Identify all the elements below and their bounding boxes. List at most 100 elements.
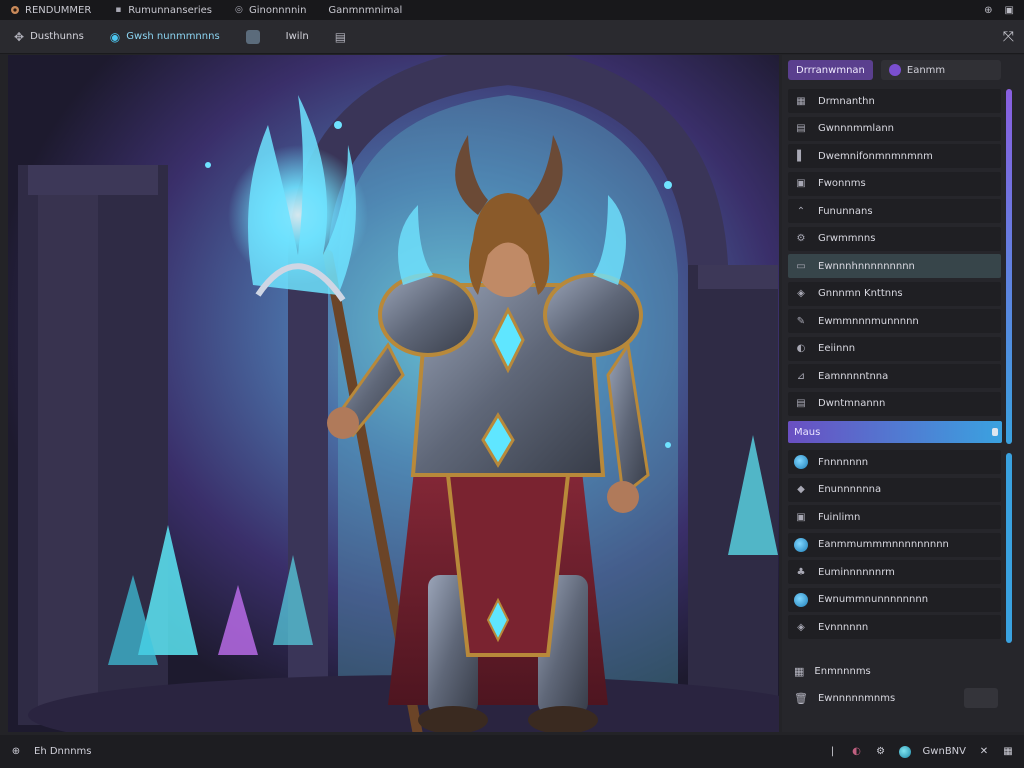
drop-icon: ◈: [797, 288, 805, 299]
list-item-label: Ewmmnnnmunnnnn: [818, 315, 919, 327]
menubar-right: ⊕ ▣: [984, 5, 1014, 16]
list-item[interactable]: ▣ Fwonnms: [788, 171, 1001, 196]
globe-icon[interactable]: [898, 745, 911, 758]
list-item-label: Eamnnnntnna: [818, 370, 889, 382]
footer-row[interactable]: 🗑 Ewnnnnnmnms: [788, 686, 1002, 710]
tab-secondary[interactable]: Eanmm: [880, 60, 1001, 80]
globe-icon: [794, 592, 808, 607]
grid-icon[interactable]: ▦: [1002, 746, 1014, 758]
list-item-label: Eanmmummmnnnnnnnnn: [818, 539, 949, 550]
window-icon[interactable]: ▣: [1005, 5, 1014, 16]
list-item[interactable]: Ewnummnunnnnnnnn: [788, 587, 1001, 612]
scrollbar-thumb-lower[interactable]: [1006, 453, 1012, 643]
list-item[interactable]: ◈ Evnnnnnn: [788, 615, 1001, 639]
status-right-label: GwnBNV: [922, 746, 966, 757]
scrollbar-thumb[interactable]: [1006, 89, 1012, 444]
image-canvas[interactable]: [8, 55, 779, 732]
toolbar-move[interactable]: ✥ Dusthunns: [10, 26, 88, 48]
footer-row[interactable]: ▦ Enmnnnms: [788, 659, 1002, 683]
slider-knob[interactable]: [992, 428, 998, 436]
settings-icon[interactable]: ⚙: [875, 746, 887, 758]
list-bottom: Fnnnnnnn ◆ Enunnnnnna ▣ Fuinlimn Eanmmummm…: [788, 450, 1001, 643]
list-item-label: Fnnnnnnn: [818, 456, 869, 468]
close-icon[interactable]: ✕: [978, 746, 990, 758]
list-item-label: Evnnnnnn: [818, 621, 869, 633]
minus-icon: ▭: [796, 260, 806, 272]
toolbar: ✥ Dusthunns ◉ Gwsh nunmmnnns Iwiln ▤ ⤧: [0, 20, 1024, 54]
menu-item-3[interactable]: ◎ Ginonnnnin: [234, 5, 306, 16]
list-item[interactable]: ◈ Gnnnmn Knttnns: [788, 281, 1001, 306]
list-item-label: Dwemnifonmnmnmnm: [818, 150, 933, 162]
list-item-label: Fuinlimn: [818, 511, 861, 523]
app-logo-icon: [10, 5, 20, 15]
menu-item-2[interactable]: ▪ Rumunnanseries: [113, 5, 212, 16]
tab-primary[interactable]: Drrranwmnan: [788, 60, 873, 80]
list-item-label: Gnnnmn Knttnns: [818, 288, 903, 299]
list-item-label: Dwntmnannn: [818, 398, 886, 409]
menu-item-label: RENDUMMER: [25, 4, 92, 16]
gear-icon: ⚙: [796, 233, 806, 244]
toolbar-label: Gwsh nunmmnnns: [126, 31, 220, 42]
crystal-icon: ◆: [797, 484, 805, 495]
list-item[interactable]: ✎ Ewmmnnnmunnnnn: [788, 309, 1001, 333]
grid-icon: ▦: [796, 95, 806, 107]
list-item[interactable]: ▌ Dwemnifonmnmnmnm: [788, 144, 1001, 168]
circle-icon: [888, 64, 901, 76]
list-item[interactable]: ▣ Fuinlimn: [788, 505, 1001, 529]
toolbar-item-4[interactable]: Iwiln: [282, 26, 313, 48]
list-item[interactable]: ▤ Dwntmnannn: [788, 391, 1001, 416]
properties-panel: Drrranwmnan Eanmm ▦ Drmnanthn ▤ Gwnnnmmlan…: [782, 55, 1024, 732]
toolbar-image[interactable]: ▤: [331, 26, 350, 48]
footer-row-label: Ewnnnnnmnms: [817, 692, 896, 704]
list-item[interactable]: ⚙ Grwmmnns: [788, 226, 1001, 251]
list-item[interactable]: ◐ Eeiinnn: [788, 336, 1001, 361]
list-item[interactable]: ⊿ Eamnnnntnna: [788, 364, 1001, 388]
globe-icon: [794, 537, 808, 552]
adjust-icon: ⊿: [796, 370, 806, 382]
globe-icon[interactable]: ⊕: [10, 746, 22, 758]
list-item-label: Fununnans: [818, 205, 873, 217]
toolbar-layer[interactable]: [242, 26, 264, 48]
list-item-label: Enunnnnnna: [818, 484, 882, 495]
opacity-slider[interactable]: Maus: [788, 421, 1002, 443]
panel-footer: ▦ Enmnnnms 🗑 Ewnnnnnmnms: [788, 659, 1002, 713]
list-item-label: Ewnummnunnnnnnnn: [818, 594, 929, 605]
list-item[interactable]: ▦ Drmnanthn: [788, 89, 1001, 113]
cursor-icon[interactable]: |: [827, 746, 839, 758]
list-item-label: Eeiinnn: [818, 343, 856, 354]
list-item-label: Gwnnnmmlann: [818, 123, 895, 134]
menu-item-app[interactable]: RENDUMMER: [10, 5, 91, 16]
color-icon[interactable]: ◐: [851, 746, 863, 758]
toolbar-label: Dusthunns: [30, 31, 84, 42]
list-item[interactable]: ⌃ Fununnans: [788, 199, 1001, 223]
globe-icon[interactable]: ⊕: [984, 5, 992, 16]
list-item-selected[interactable]: ▭ Ewnnnhnnnnnnnnn: [788, 254, 1001, 278]
status-left-label: Eh Dnnnms: [34, 746, 92, 757]
status-right: | ◐ ⚙ GwnBNV ✕ ▦: [827, 745, 1014, 758]
pan-icon[interactable]: ⤧: [1003, 29, 1014, 45]
menu-item-label: Ganmnmnimal: [328, 4, 403, 16]
palette-icon: ◐: [796, 343, 806, 354]
drop-icon: ◈: [797, 621, 805, 633]
layers-icon: ▤: [796, 123, 806, 134]
list-item[interactable]: ▤ Gwnnnmmlann: [788, 116, 1001, 141]
menu-item-4[interactable]: Ganmnmnimal: [328, 5, 402, 16]
footer-button[interactable]: [964, 688, 998, 708]
slider-label: Maus: [794, 426, 821, 438]
leaf-icon: ♣: [796, 566, 806, 578]
toolbar-view[interactable]: ◉ Gwsh nunmmnnns: [106, 26, 224, 48]
status-bar: ⊕ Eh Dnnnms | ◐ ⚙ GwnBNV ✕ ▦: [0, 735, 1024, 768]
list-item[interactable]: ◆ Enunnnnnna: [788, 477, 1001, 502]
eye-icon: ◉: [109, 29, 121, 44]
list-item[interactable]: ♣ Euminnnnnnrm: [788, 560, 1001, 584]
list-item-label: Euminnnnnnrm: [818, 566, 895, 578]
toolbar-label: Iwiln: [285, 31, 309, 42]
brush-icon: ✎: [796, 315, 806, 327]
grid-icon: ▦: [794, 664, 805, 678]
bar-icon: ▌: [797, 150, 805, 162]
list-item[interactable]: Eanmmummmnnnnnnnnn: [788, 532, 1001, 557]
tab-label: Eanmm: [906, 64, 946, 76]
list-item-label: Fwonnms: [818, 178, 866, 189]
list-item[interactable]: Fnnnnnnn: [788, 450, 1001, 474]
list-item-label: Drmnanthn: [818, 95, 875, 107]
